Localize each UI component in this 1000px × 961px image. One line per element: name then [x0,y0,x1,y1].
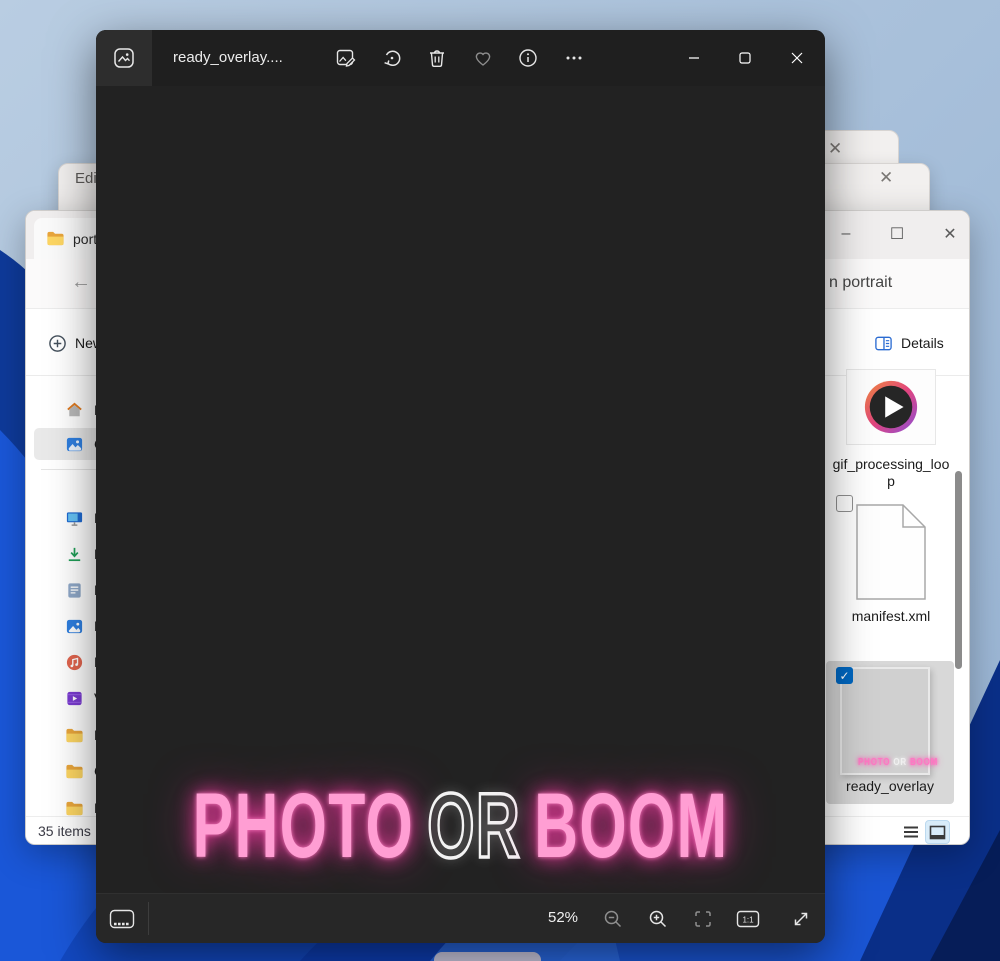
back-icon[interactable]: ← [71,271,91,294]
documents-icon [65,581,84,600]
photos-statusbar: 52% 1:1 [96,893,825,943]
see-more-button[interactable] [556,40,592,76]
close-icon[interactable]: ✕ [879,169,893,186]
actual-size-icon: 1:1 [736,909,760,929]
pictures-icon [65,617,84,636]
close-button[interactable]: ✕ [935,221,965,247]
maximize-button[interactable]: ☐ [882,221,912,247]
scrollbar[interactable] [954,371,963,816]
trash-icon [426,47,448,69]
folder-icon [46,229,65,248]
address-bar-text[interactable]: n portrait [829,274,892,292]
rotate-icon [381,47,403,69]
thumbnail-neon-text: PHOTO OR BOOM [858,757,938,768]
filmstrip-icon [109,908,135,930]
image-thumbnail: PHOTO OR BOOM [840,667,930,775]
details-button[interactable]: Details [874,327,944,359]
heart-icon [472,47,494,69]
photos-app-icon [112,46,136,70]
rotate-button[interactable] [374,40,410,76]
close-button[interactable] [773,30,820,86]
music-icon [65,653,84,672]
file-label[interactable]: manifest.xml [831,608,951,625]
document-icon[interactable] [856,504,926,600]
photos-app-button[interactable] [96,30,152,86]
fit-to-window-button[interactable] [685,901,721,937]
photos-titlebar: ready_overlay.... [96,30,825,86]
zoom-out-button[interactable] [595,901,631,937]
filmstrip-button[interactable] [104,901,140,937]
items-count: 35 items [38,823,91,839]
checkbox-checked-icon[interactable]: ✓ [836,667,853,684]
favorite-button[interactable] [465,40,501,76]
folder-icon [65,726,84,745]
videos-icon [65,689,84,708]
home-icon [65,401,84,420]
close-icon [791,52,803,64]
list-view-button[interactable] [898,820,923,844]
neon-word-outline: OR [427,774,521,879]
svg-text:1:1: 1:1 [742,916,754,925]
maximize-button[interactable] [721,30,768,86]
new-button[interactable]: New [48,327,103,359]
info-button[interactable] [510,40,546,76]
file-thumbnail-gif[interactable] [846,369,936,445]
gallery-icon [65,435,84,454]
edit-image-icon [335,47,357,69]
info-icon [517,47,539,69]
checkbox-unchecked-icon[interactable] [836,495,853,512]
minimize-button[interactable]: – [831,221,861,247]
fullscreen-icon [791,909,811,929]
zoom-level: 52% [548,909,578,926]
desktop-icon [65,509,84,528]
fullscreen-button[interactable] [783,901,819,937]
gif-play-icon [862,378,920,436]
details-pane-icon [874,334,893,353]
actual-size-button[interactable]: 1:1 [730,901,766,937]
fit-to-window-icon [693,909,713,929]
minimize-button[interactable] [670,30,717,86]
thumbnail-view-button[interactable] [925,820,950,844]
photos-app-window: ready_overlay.... PHOTO [96,30,825,943]
plus-circle-icon [48,334,67,353]
more-icon [563,47,585,69]
neon-word: BOOM [534,774,728,879]
taskbar-peek-window[interactable] [434,952,541,961]
zoom-in-icon [648,909,668,929]
photo-view[interactable]: PHOTO OR BOOM [96,86,825,893]
thumbnail-view-icon [929,825,946,840]
photos-title: ready_overlay.... [173,49,283,66]
list-view-icon [903,825,919,839]
edit-image-button[interactable] [328,40,364,76]
downloads-icon [65,545,84,564]
folder-icon [65,799,84,818]
scrollbar-thumb[interactable] [955,471,962,669]
close-icon[interactable]: ✕ [828,140,842,157]
folder-icon [65,762,84,781]
toolbar-divider [148,902,149,935]
details-button-label: Details [901,335,944,351]
file-label[interactable]: gif_processing_loop [831,456,951,489]
file-label[interactable]: ready_overlay [826,778,954,795]
zoom-out-icon [603,909,623,929]
maximize-icon [739,52,751,64]
neon-word: PHOTO [193,774,414,879]
tab-label: port [73,231,97,247]
minimize-icon [688,52,700,64]
zoom-in-button[interactable] [640,901,676,937]
photo-neon-text: PHOTO OR BOOM [220,774,701,879]
delete-button[interactable] [419,40,455,76]
